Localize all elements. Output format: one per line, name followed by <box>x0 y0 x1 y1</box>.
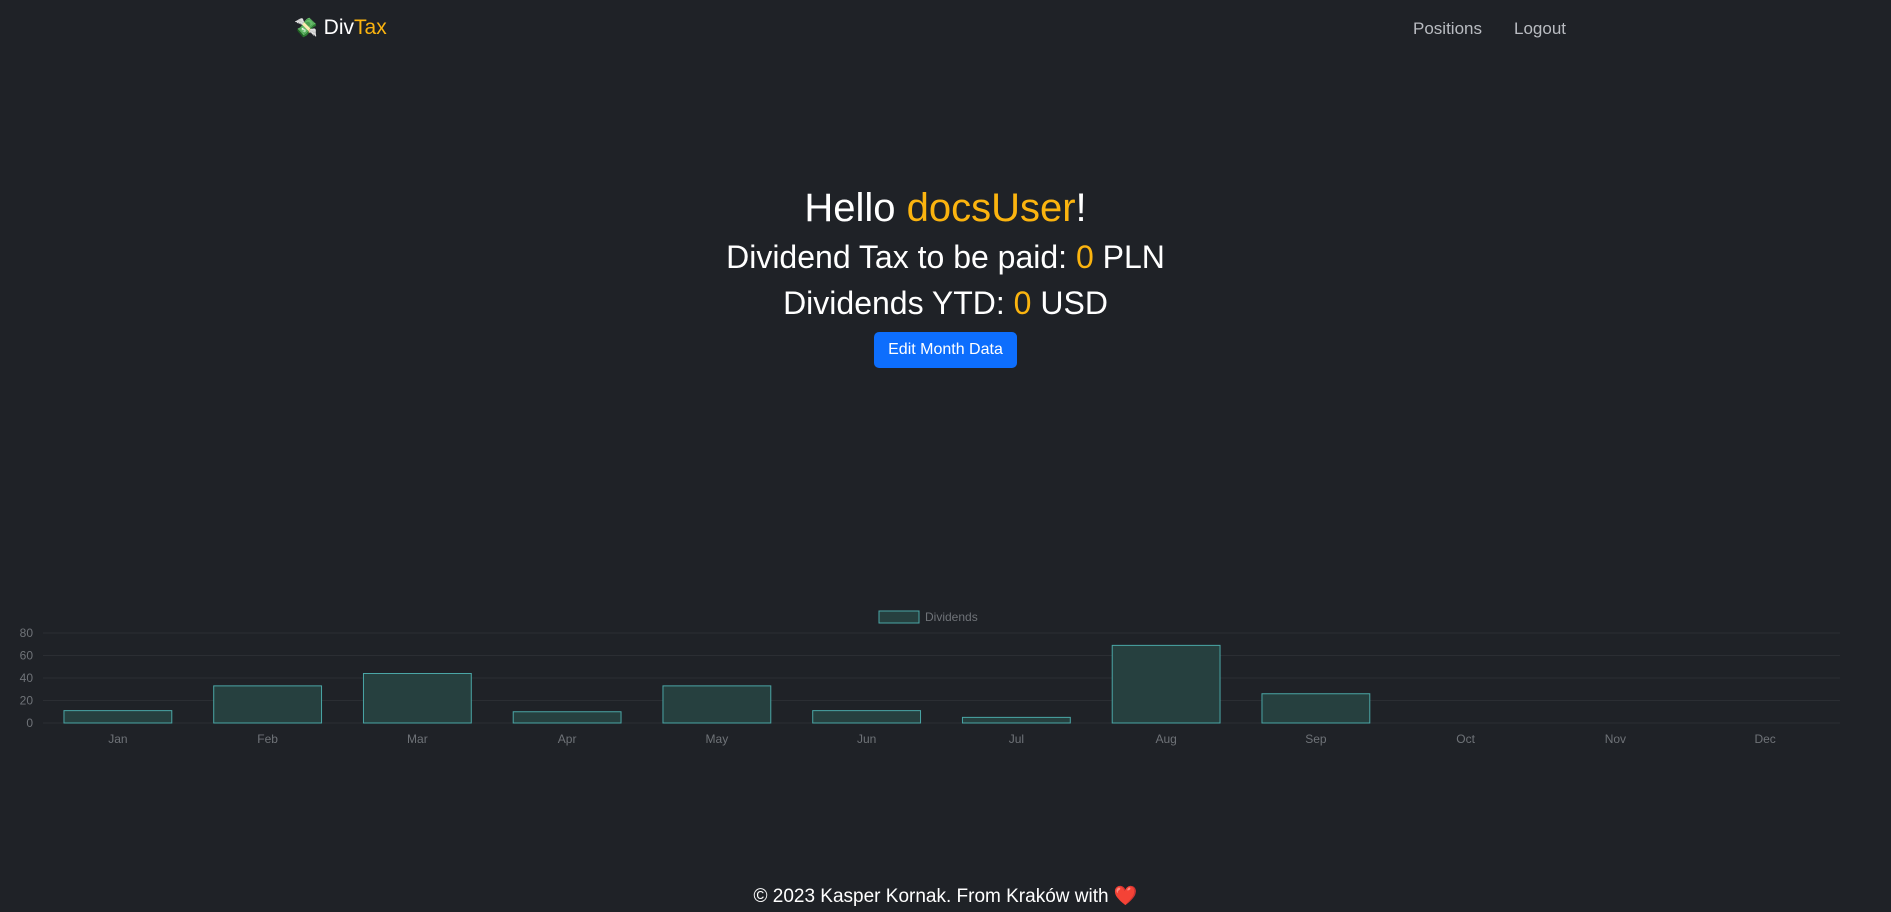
x-tick-label: May <box>706 732 729 746</box>
x-tick-label: Jul <box>1009 732 1024 746</box>
username: docsUser <box>906 186 1076 230</box>
money-with-wings-icon: 💸 <box>294 17 318 39</box>
x-tick-label: Oct <box>1456 732 1475 746</box>
greeting-suffix: ! <box>1075 186 1087 230</box>
y-tick-label: 80 <box>20 626 34 640</box>
brand-logo[interactable]: 💸 DivTax <box>294 16 387 40</box>
footer: © 2023 Kasper Kornak. From Kraków with ❤… <box>0 884 1891 908</box>
dividend-tax-value: 0 <box>1075 239 1094 275</box>
x-tick-label: Apr <box>558 732 577 746</box>
dividend-tax-currency: PLN <box>1093 239 1165 275</box>
legend-swatch <box>878 610 920 624</box>
nav-link-positions[interactable]: Positions <box>1413 19 1482 39</box>
bar-mar <box>362 673 472 724</box>
y-tick-label: 60 <box>20 649 34 663</box>
x-tick-label: Sep <box>1305 732 1327 746</box>
bar-aug <box>1111 644 1221 724</box>
edit-month-data-button[interactable]: Edit Month Data <box>874 332 1017 368</box>
legend-label: Dividends <box>925 610 978 624</box>
bar-jul <box>961 716 1071 724</box>
brand-name-div: Div <box>323 16 355 39</box>
y-tick-label: 20 <box>20 694 34 708</box>
nav-links: Positions Logout <box>1413 19 1566 39</box>
dividends-chart-svg: Dividends 0 20 40 60 80 Jan Feb Mar Apr May Jun Jul A… <box>20 610 1840 746</box>
x-tick-label: Feb <box>257 732 278 746</box>
bar-sep <box>1261 693 1371 724</box>
dividend-tax-label: Dividend Tax to be paid: <box>726 239 1076 275</box>
x-tick-label: Jun <box>857 732 876 746</box>
x-tick-label: Dec <box>1754 732 1775 746</box>
bar-jan <box>63 710 173 724</box>
bar-may <box>662 685 772 724</box>
x-tick-label: Aug <box>1155 732 1176 746</box>
x-tick-label: Nov <box>1605 732 1626 746</box>
navbar: 💸 DivTax Positions Logout <box>0 0 1891 58</box>
bar-apr <box>512 711 622 724</box>
bar-jun <box>812 710 922 724</box>
footer-text: © 2023 Kasper Kornak. From Kraków with <box>753 886 1114 907</box>
y-tick-label: 0 <box>26 716 33 730</box>
heart-icon: ❤️ <box>1113 886 1138 907</box>
hero-section: Hello docsUser! Dividend Tax to be paid:… <box>0 182 1891 368</box>
y-tick-label: 40 <box>20 671 34 685</box>
dividends-ytd-line: Dividends YTD: 0 USD <box>0 280 1891 326</box>
bar-feb <box>213 685 323 724</box>
nav-link-logout[interactable]: Logout <box>1514 19 1566 39</box>
dividends-chart: Dividends 0 20 40 60 80 Jan Feb Mar Apr May Jun Jul A… <box>0 605 1891 755</box>
greeting: Hello docsUser! <box>0 182 1891 234</box>
dividends-ytd-value: 0 <box>1013 285 1032 321</box>
dividends-ytd-currency: USD <box>1031 285 1108 321</box>
greeting-prefix: Hello <box>804 186 907 230</box>
dividend-tax-line: Dividend Tax to be paid: 0 PLN <box>0 234 1891 280</box>
brand-name-tax: Tax <box>354 16 387 39</box>
x-tick-label: Mar <box>407 732 428 746</box>
x-tick-label: Jan <box>108 732 127 746</box>
dividends-ytd-label: Dividends YTD: <box>783 285 1014 321</box>
